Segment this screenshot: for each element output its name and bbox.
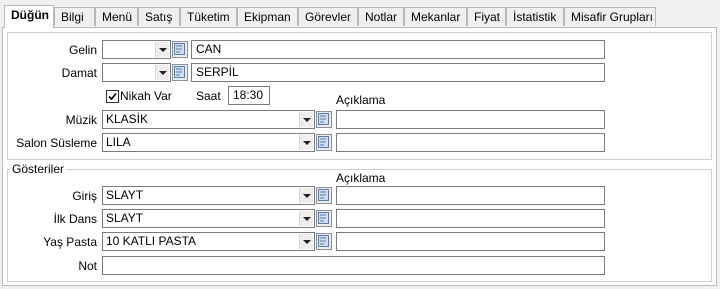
yas-pasta-label: Yaş Pasta bbox=[43, 235, 97, 249]
tab-notlar[interactable]: Notlar bbox=[358, 7, 404, 26]
tab-label: Menü bbox=[102, 10, 133, 24]
checkmark-icon bbox=[108, 92, 117, 101]
saat-label: Saat bbox=[196, 89, 221, 103]
lookup-icon[interactable] bbox=[316, 210, 332, 227]
ilk-dans-aciklama-field[interactable] bbox=[336, 209, 605, 228]
yas-pasta-select-value: 10 KATLI PASTA bbox=[106, 234, 197, 248]
chevron-down-icon[interactable] bbox=[299, 211, 313, 226]
salon-aciklama-field[interactable] bbox=[336, 133, 605, 152]
tab-bilgi[interactable]: Bilgi bbox=[54, 7, 95, 26]
aciklama-header: Açıklama bbox=[336, 93, 386, 107]
salon-susleme-label: Salon Süsleme bbox=[16, 136, 97, 150]
gosteriler-title: Gösteriler bbox=[10, 162, 67, 176]
not-field[interactable] bbox=[102, 256, 605, 275]
salon-susleme-select-value: LILA bbox=[106, 135, 131, 149]
ilk-dans-select-value: SLAYT bbox=[106, 211, 144, 225]
ilk-dans-select[interactable]: SLAYT bbox=[102, 209, 315, 228]
salon-susleme-select[interactable]: LILA bbox=[102, 133, 315, 152]
tab-label: Satış bbox=[145, 10, 173, 24]
tab-label: Misafir Grupları bbox=[571, 10, 654, 24]
nikah-var-label[interactable]: Nikah Var bbox=[120, 87, 172, 105]
chevron-down-icon[interactable] bbox=[299, 188, 313, 203]
tab-label: Fiyat bbox=[474, 10, 501, 24]
tab-ekipman[interactable]: Ekipman bbox=[237, 7, 298, 26]
giris-aciklama-field[interactable] bbox=[336, 186, 605, 205]
tab-menu[interactable]: Menü bbox=[95, 7, 138, 26]
tab-label: Ekipman bbox=[244, 10, 291, 24]
tab-misafir-gruplari[interactable]: Misafir Grupları bbox=[564, 7, 656, 26]
damat-name-field[interactable]: SERPİL bbox=[191, 63, 605, 82]
tab-panel-dugun: Gelin CAN Damat SERPİL Nikah Var Saat 18… bbox=[2, 27, 717, 286]
saat-input[interactable]: 18:30 bbox=[228, 86, 270, 105]
damat-label: Damat bbox=[61, 66, 97, 80]
tab-fiyat[interactable]: Fiyat bbox=[467, 7, 506, 26]
giris-select[interactable]: SLAYT bbox=[102, 186, 315, 205]
lookup-icon[interactable] bbox=[316, 187, 332, 204]
tab-label: Düğün bbox=[11, 8, 49, 22]
lookup-icon[interactable] bbox=[172, 41, 188, 58]
tab-label: Mekanlar bbox=[411, 10, 461, 24]
chevron-down-icon[interactable] bbox=[155, 42, 169, 57]
tab-tuketim[interactable]: Tüketim bbox=[180, 7, 237, 26]
chevron-down-icon[interactable] bbox=[299, 234, 313, 249]
yas-pasta-aciklama-field[interactable] bbox=[336, 232, 605, 251]
gelin-label: Gelin bbox=[68, 43, 97, 57]
tab-satis[interactable]: Satış bbox=[138, 7, 180, 26]
muzik-aciklama-field[interactable] bbox=[336, 110, 605, 129]
tab-mekanlar[interactable]: Mekanlar bbox=[404, 7, 467, 26]
muzik-select[interactable]: KLASİK bbox=[102, 110, 315, 129]
damat-select[interactable] bbox=[102, 63, 171, 82]
muzik-select-value: KLASİK bbox=[106, 112, 149, 126]
tab-gorevler[interactable]: Görevler bbox=[298, 7, 358, 26]
tab-label: Bilgi bbox=[61, 10, 84, 24]
chevron-down-icon[interactable] bbox=[299, 112, 313, 127]
lookup-icon[interactable] bbox=[172, 64, 188, 81]
nikah-var-checkbox[interactable] bbox=[106, 90, 119, 103]
lookup-icon[interactable] bbox=[316, 134, 332, 151]
chevron-down-icon[interactable] bbox=[299, 135, 313, 150]
not-label: Not bbox=[78, 259, 97, 273]
tab-label: İstatistik bbox=[513, 10, 557, 24]
tab-istatistik[interactable]: İstatistik bbox=[506, 7, 564, 26]
tab-label: Görevler bbox=[305, 10, 352, 24]
gosteriler-aciklama-header: Açıklama bbox=[336, 171, 386, 185]
gelin-select[interactable] bbox=[102, 40, 171, 59]
gelin-name-field[interactable]: CAN bbox=[191, 40, 605, 59]
tab-label: Tüketim bbox=[187, 10, 230, 24]
yas-pasta-select[interactable]: 10 KATLI PASTA bbox=[102, 232, 315, 251]
tab-strip: Düğün Bilgi Menü Satış Tüketim Ekipman G… bbox=[2, 5, 718, 28]
giris-label: Giriş bbox=[72, 189, 97, 203]
giris-select-value: SLAYT bbox=[106, 188, 144, 202]
lookup-icon[interactable] bbox=[316, 233, 332, 250]
ilk-dans-label: İlk Dans bbox=[53, 212, 97, 226]
muzik-label: Müzik bbox=[65, 113, 97, 127]
tab-dugun[interactable]: Düğün bbox=[4, 5, 54, 28]
chevron-down-icon[interactable] bbox=[155, 65, 169, 80]
lookup-icon[interactable] bbox=[316, 111, 332, 128]
tab-label: Notlar bbox=[365, 10, 398, 24]
